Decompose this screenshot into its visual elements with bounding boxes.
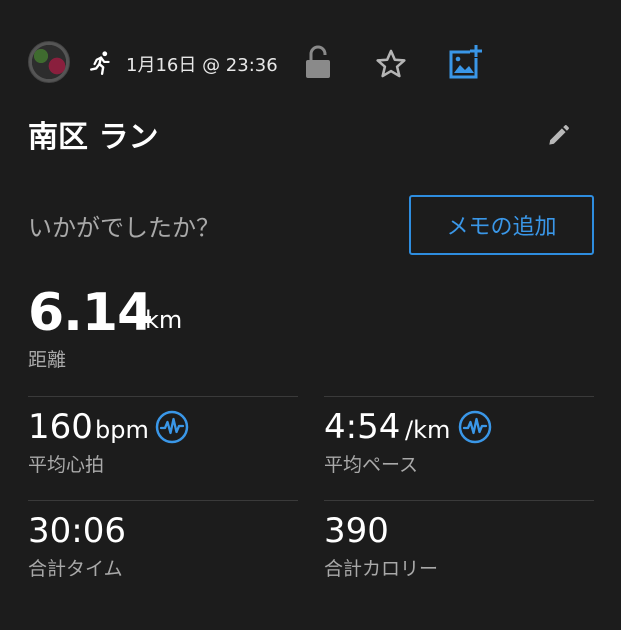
pace-unit: /km <box>405 416 451 444</box>
favorite-star-icon[interactable] <box>374 47 408 81</box>
heart-rate-value: 160 <box>28 407 93 447</box>
divider <box>28 500 298 501</box>
activity-datetime: 1月16日 @ 23:36 <box>126 55 278 76</box>
activity-header: 1月16日 @ 23:36 <box>0 38 621 88</box>
heart-rate-unit: bpm <box>95 416 149 444</box>
divider <box>28 396 298 397</box>
add-memo-button[interactable]: メモの追加 <box>409 195 594 255</box>
distance-value: 6.14 <box>28 283 153 343</box>
pace-label: 平均ペース <box>324 454 419 476</box>
running-icon <box>90 51 110 76</box>
distance-label: 距離 <box>28 349 67 371</box>
heart-rate-label: 平均心拍 <box>28 454 105 476</box>
total-time-label: 合計タイム <box>28 558 123 580</box>
unlock-icon[interactable] <box>303 44 333 80</box>
total-time-value: 30:06 <box>28 511 126 551</box>
avatar[interactable] <box>28 41 70 83</box>
activity-title: 南区 ラン <box>28 120 159 155</box>
edit-pencil-icon[interactable] <box>545 123 571 149</box>
divider <box>324 500 594 501</box>
divider <box>324 396 594 397</box>
pace-value: 4:54 <box>324 407 401 447</box>
pace-wave-icon[interactable] <box>458 410 492 444</box>
feedback-question: いかがでしたか？ <box>28 214 220 242</box>
add-photo-icon[interactable] <box>446 44 482 80</box>
calories-label: 合計カロリー <box>324 558 439 580</box>
distance-unit: km <box>145 306 183 334</box>
heart-rate-wave-icon[interactable] <box>155 410 189 444</box>
calories-value: 390 <box>324 511 389 551</box>
